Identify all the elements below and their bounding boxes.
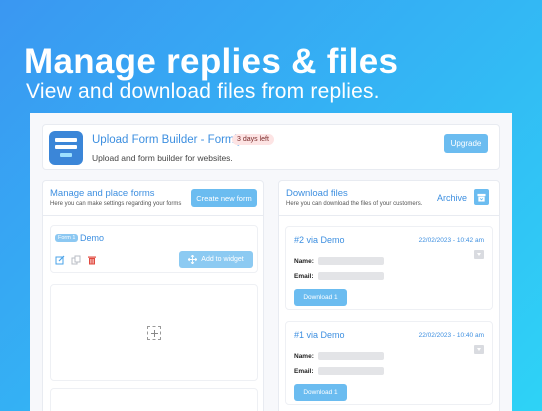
form-builder-logo-icon: [49, 131, 83, 165]
reply-card: #2 via Demo 22/02/2023 - 10:42 am Name: …: [285, 226, 493, 310]
forms-panel-subtitle: Here you can make settings regarding you…: [50, 201, 182, 207]
email-label: Email:: [294, 272, 314, 280]
move-icon: [188, 255, 198, 264]
download-button[interactable]: Download 1: [294, 384, 347, 401]
name-label: Name:: [294, 257, 314, 265]
reply-title: #2 via Demo: [294, 235, 345, 245]
add-to-widget-button[interactable]: Add to widget: [179, 251, 253, 268]
files-panel-subtitle: Here you can download the files of your …: [286, 201, 423, 207]
divider: [43, 215, 263, 216]
email-row: Email:: [294, 272, 384, 280]
files-panel-title: Download files: [286, 188, 348, 199]
email-value-redacted: [318, 367, 384, 375]
app-header-card: Upload Form Builder - Formly 3 days left…: [42, 124, 500, 170]
hero-title: Manage replies & files: [24, 42, 399, 81]
hero-subtitle: View and download files from replies.: [26, 80, 380, 103]
divider: [279, 215, 499, 216]
app-description: Upload and form builder for websites.: [92, 153, 233, 163]
form-card: Form 1 Demo Add to widget: [50, 225, 258, 273]
edit-icon[interactable]: [55, 255, 65, 265]
name-label: Name:: [294, 352, 314, 360]
email-value-redacted: [318, 272, 384, 280]
download-icon[interactable]: [474, 345, 484, 354]
trial-badge: 3 days left: [232, 134, 274, 145]
add-element-icon[interactable]: [147, 326, 161, 340]
download-icon[interactable]: [474, 250, 484, 259]
reply-card: #1 via Demo 22/02/2023 - 10:40 am Name: …: [285, 321, 493, 405]
form-badge: Form 1: [55, 234, 79, 242]
archive-icon[interactable]: [474, 189, 489, 205]
forms-panel: Manage and place forms Here you can make…: [42, 180, 264, 411]
reply-date: 22/02/2023 - 10:42 am: [418, 237, 484, 244]
app-window: Upload Form Builder - Formly 3 days left…: [30, 113, 512, 411]
form-preview-area[interactable]: [50, 284, 258, 381]
reply-title: #1 via Demo: [294, 330, 345, 340]
copy-icon[interactable]: [71, 255, 81, 265]
forms-panel-title: Manage and place forms: [50, 188, 155, 199]
download-button[interactable]: Download 1: [294, 289, 347, 306]
form-preview-footer: [50, 388, 258, 411]
archive-label[interactable]: Archive: [437, 193, 467, 203]
email-label: Email:: [294, 367, 314, 375]
trash-icon[interactable]: [87, 255, 97, 265]
name-value-redacted: [318, 352, 384, 360]
form-actions: [55, 255, 97, 265]
create-new-form-button[interactable]: Create new form: [191, 189, 257, 207]
reply-date: 22/02/2023 - 10:40 am: [418, 332, 484, 339]
app-name: Upload Form Builder - Formly: [92, 134, 243, 146]
upgrade-button[interactable]: Upgrade: [444, 134, 488, 153]
add-to-widget-label: Add to widget: [201, 256, 244, 263]
email-row: Email:: [294, 367, 384, 375]
name-row: Name:: [294, 257, 384, 265]
files-panel: Download files Here you can download the…: [278, 180, 500, 411]
name-value-redacted: [318, 257, 384, 265]
form-name[interactable]: Demo: [80, 233, 104, 243]
name-row: Name:: [294, 352, 384, 360]
